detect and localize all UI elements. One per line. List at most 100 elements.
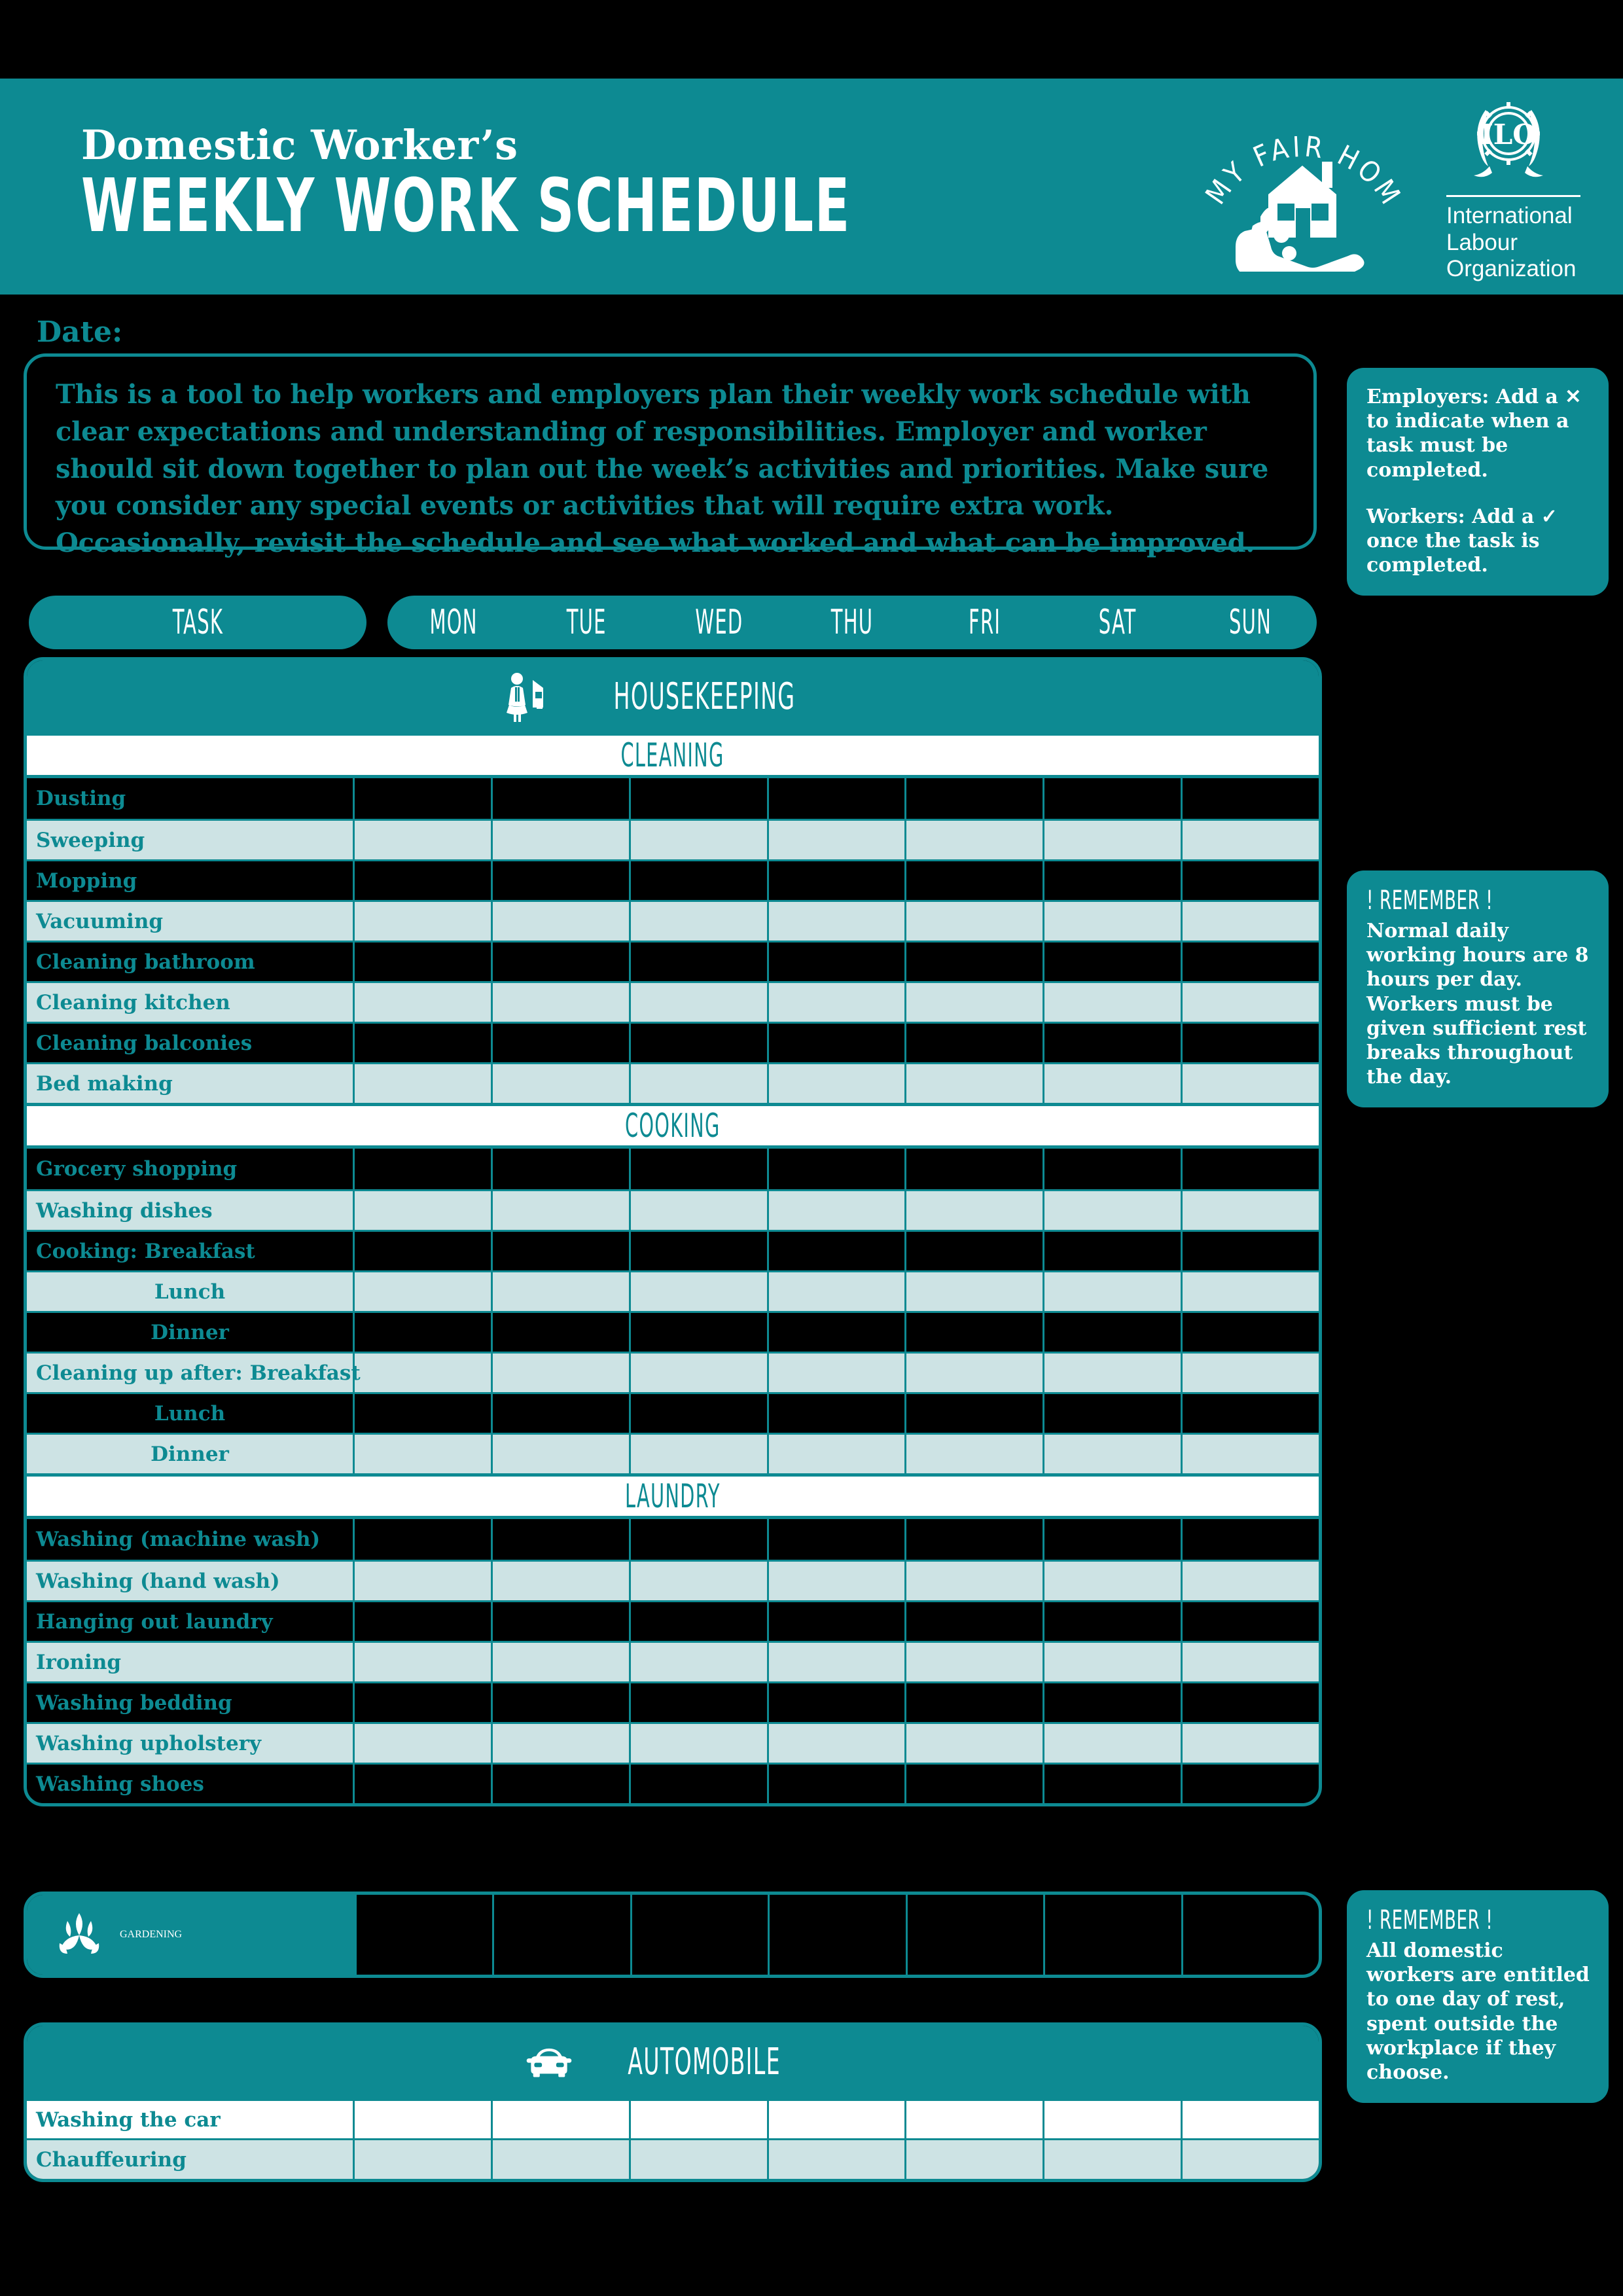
schedule-cell[interactable] bbox=[769, 942, 907, 981]
schedule-cell[interactable] bbox=[1183, 821, 1319, 859]
schedule-cell[interactable] bbox=[493, 1724, 631, 1763]
schedule-cell[interactable] bbox=[769, 778, 907, 819]
schedule-cell[interactable] bbox=[769, 1562, 907, 1600]
schedule-cell[interactable] bbox=[906, 821, 1045, 859]
schedule-cell[interactable] bbox=[1181, 1895, 1319, 1975]
schedule-cell[interactable] bbox=[769, 1064, 907, 1103]
schedule-cell[interactable] bbox=[1043, 1895, 1181, 1975]
schedule-cell[interactable] bbox=[1044, 1191, 1183, 1230]
schedule-cell[interactable] bbox=[1044, 1724, 1183, 1763]
schedule-cell[interactable] bbox=[769, 1724, 907, 1763]
schedule-cell[interactable] bbox=[769, 902, 907, 941]
schedule-cell[interactable] bbox=[906, 1643, 1045, 1681]
schedule-cell[interactable] bbox=[769, 1232, 907, 1270]
schedule-cell[interactable] bbox=[493, 2140, 631, 2179]
schedule-cell[interactable] bbox=[906, 1519, 1045, 1560]
schedule-cell[interactable] bbox=[1183, 1724, 1319, 1763]
schedule-cell[interactable] bbox=[355, 778, 493, 819]
schedule-cell[interactable] bbox=[769, 1313, 907, 1352]
schedule-cell[interactable] bbox=[1044, 1232, 1183, 1270]
schedule-cell[interactable] bbox=[631, 1683, 769, 1722]
schedule-cell[interactable] bbox=[906, 2140, 1045, 2179]
schedule-cell[interactable] bbox=[493, 1024, 631, 1062]
schedule-cell[interactable] bbox=[355, 1191, 493, 1230]
schedule-cell[interactable] bbox=[1044, 1064, 1183, 1103]
schedule-cell[interactable] bbox=[631, 1394, 769, 1433]
schedule-cell[interactable] bbox=[905, 1895, 1043, 1975]
schedule-cell[interactable] bbox=[355, 1064, 493, 1103]
schedule-cell[interactable] bbox=[906, 1149, 1045, 1189]
schedule-cell[interactable] bbox=[493, 861, 631, 900]
schedule-cell[interactable] bbox=[493, 1602, 631, 1641]
schedule-cell[interactable] bbox=[355, 902, 493, 941]
schedule-cell[interactable] bbox=[355, 1683, 493, 1722]
schedule-cell[interactable] bbox=[1183, 1354, 1319, 1392]
schedule-cell[interactable] bbox=[355, 1602, 493, 1641]
schedule-cell[interactable] bbox=[1183, 983, 1319, 1022]
schedule-cell[interactable] bbox=[769, 983, 907, 1022]
schedule-cell[interactable] bbox=[355, 1562, 493, 1600]
schedule-cell[interactable] bbox=[631, 1354, 769, 1392]
schedule-cell[interactable] bbox=[355, 1354, 493, 1392]
schedule-cell[interactable] bbox=[906, 1435, 1045, 1473]
schedule-cell[interactable] bbox=[1044, 1149, 1183, 1189]
schedule-cell[interactable] bbox=[1183, 1519, 1319, 1560]
schedule-cell[interactable] bbox=[906, 778, 1045, 819]
schedule-cell[interactable] bbox=[1044, 1519, 1183, 1560]
schedule-cell[interactable] bbox=[906, 983, 1045, 1022]
schedule-cell[interactable] bbox=[1183, 778, 1319, 819]
schedule-cell[interactable] bbox=[1183, 1435, 1319, 1473]
schedule-cell[interactable] bbox=[769, 1602, 907, 1641]
schedule-cell[interactable] bbox=[631, 1602, 769, 1641]
schedule-cell[interactable] bbox=[1044, 821, 1183, 859]
schedule-cell[interactable] bbox=[493, 1232, 631, 1270]
schedule-cell[interactable] bbox=[355, 983, 493, 1022]
schedule-cell[interactable] bbox=[493, 1191, 631, 1230]
schedule-cell[interactable] bbox=[355, 1232, 493, 1270]
schedule-cell[interactable] bbox=[355, 1394, 493, 1433]
schedule-cell[interactable] bbox=[631, 1232, 769, 1270]
schedule-cell[interactable] bbox=[355, 861, 493, 900]
schedule-cell[interactable] bbox=[493, 2101, 631, 2138]
schedule-cell[interactable] bbox=[631, 2101, 769, 2138]
schedule-cell[interactable] bbox=[631, 861, 769, 900]
schedule-cell[interactable] bbox=[355, 1895, 492, 1975]
schedule-cell[interactable] bbox=[769, 821, 907, 859]
schedule-cell[interactable] bbox=[493, 1394, 631, 1433]
schedule-cell[interactable] bbox=[1044, 1272, 1183, 1311]
schedule-cell[interactable] bbox=[493, 942, 631, 981]
schedule-cell[interactable] bbox=[355, 821, 493, 859]
schedule-cell[interactable] bbox=[493, 778, 631, 819]
schedule-cell[interactable] bbox=[769, 1683, 907, 1722]
schedule-cell[interactable] bbox=[769, 1149, 907, 1189]
schedule-cell[interactable] bbox=[769, 2140, 907, 2179]
schedule-cell[interactable] bbox=[631, 1191, 769, 1230]
schedule-cell[interactable] bbox=[769, 1643, 907, 1681]
schedule-cell[interactable] bbox=[1044, 861, 1183, 900]
schedule-cell[interactable] bbox=[906, 1024, 1045, 1062]
schedule-cell[interactable] bbox=[355, 942, 493, 981]
schedule-cell[interactable] bbox=[631, 2140, 769, 2179]
schedule-cell[interactable] bbox=[906, 942, 1045, 981]
schedule-cell[interactable] bbox=[1183, 942, 1319, 981]
schedule-cell[interactable] bbox=[1044, 2140, 1183, 2179]
schedule-cell[interactable] bbox=[1044, 1024, 1183, 1062]
schedule-cell[interactable] bbox=[493, 821, 631, 859]
schedule-cell[interactable] bbox=[1183, 902, 1319, 941]
schedule-cell[interactable] bbox=[355, 1435, 493, 1473]
schedule-cell[interactable] bbox=[1183, 1064, 1319, 1103]
schedule-cell[interactable] bbox=[355, 1724, 493, 1763]
schedule-cell[interactable] bbox=[1044, 1435, 1183, 1473]
schedule-cell[interactable] bbox=[1044, 942, 1183, 981]
schedule-cell[interactable] bbox=[1183, 1191, 1319, 1230]
schedule-cell[interactable] bbox=[1044, 902, 1183, 941]
schedule-cell[interactable] bbox=[1183, 1024, 1319, 1062]
schedule-cell[interactable] bbox=[355, 1149, 493, 1189]
schedule-cell[interactable] bbox=[1044, 1643, 1183, 1681]
schedule-cell[interactable] bbox=[631, 1765, 769, 1803]
schedule-cell[interactable] bbox=[1183, 1602, 1319, 1641]
schedule-cell[interactable] bbox=[1183, 1765, 1319, 1803]
schedule-cell[interactable] bbox=[769, 1024, 907, 1062]
schedule-cell[interactable] bbox=[493, 1354, 631, 1392]
schedule-cell[interactable] bbox=[493, 1683, 631, 1722]
